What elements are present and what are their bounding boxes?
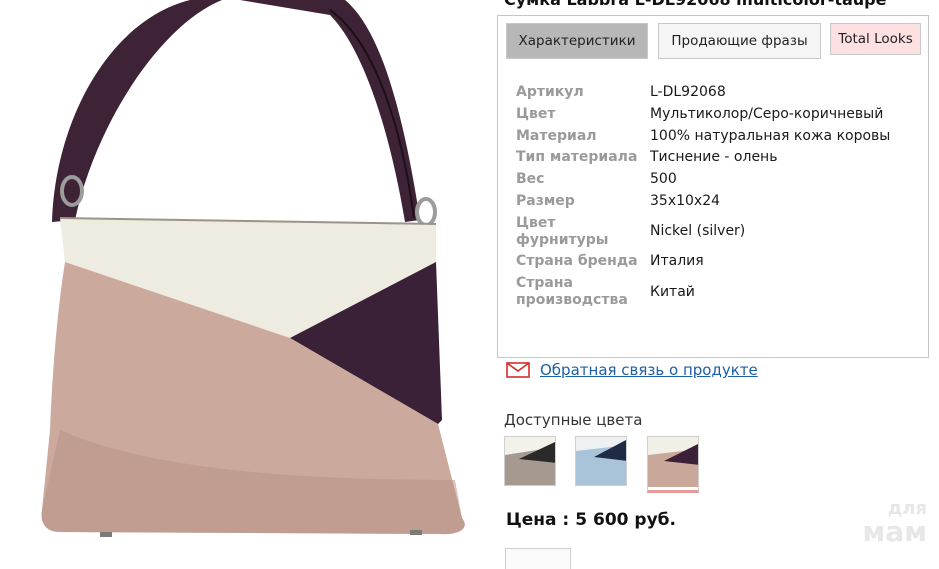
product-image: [41, 0, 465, 537]
spec-label: Размер: [516, 192, 575, 209]
color-swatch-taupe-purple[interactable]: [647, 436, 699, 493]
tab-total-looks[interactable]: Total Looks: [830, 23, 921, 55]
spec-label: Цвет: [516, 106, 556, 123]
feedback-row: Обратная связь о продукте: [506, 361, 758, 379]
spec-label: Артикул: [516, 84, 584, 101]
price-value: 5 600 руб.: [575, 510, 676, 530]
specs-panel: Характеристики Продающие фразы Total Loo…: [497, 15, 929, 358]
spec-label: Материал: [516, 127, 597, 144]
add-to-cart-button[interactable]: [505, 548, 571, 569]
swatch-thumbnail: [576, 437, 626, 485]
spec-value: Тиснение - олень: [650, 149, 778, 166]
spec-value: Китай: [650, 283, 695, 300]
swatch-thumbnail: [648, 437, 698, 487]
product-title: Сумка Labbra L-DL92068 multicolor-taupe: [504, 0, 886, 9]
spec-label: Цвет фурнитуры: [516, 214, 609, 248]
spec-value: Мультиколор/Серо-коричневый: [650, 106, 884, 123]
spec-label: Вес: [516, 171, 545, 188]
watermark-logo: для мам: [862, 500, 927, 546]
spec-value: 35x10x24: [650, 192, 721, 209]
spec-row-hardware-color: Цвет фурнитуры Nickel (silver): [516, 212, 920, 251]
spec-row-size: Размер 35x10x24: [516, 190, 920, 212]
specs-table: Артикул L-DL92068 Цвет Мультиколор/Серо-…: [516, 82, 920, 312]
spec-value: 500: [650, 171, 677, 188]
spec-label: Страна бренда: [516, 253, 638, 270]
spec-value: Nickel (silver): [650, 223, 746, 240]
price-label: Цена :: [506, 510, 570, 530]
spec-row-material-type: Тип материала Тиснение - олень: [516, 147, 920, 169]
price: Цена :5 600 руб.: [506, 510, 676, 530]
spec-row-brand-country: Страна бренда Италия: [516, 251, 920, 273]
spec-value: 100% натуральная кожа коровы: [650, 127, 891, 144]
tab-selling-phrases[interactable]: Продающие фразы: [658, 23, 821, 59]
swatch-thumbnail: [505, 437, 555, 485]
tab-characteristics[interactable]: Характеристики: [506, 23, 648, 59]
mail-icon: [506, 362, 530, 378]
spec-value: Италия: [650, 253, 704, 270]
spec-row-origin-country: Страна производства Китай: [516, 273, 920, 312]
feedback-link[interactable]: Обратная связь о продукте: [540, 361, 758, 379]
spec-row-article: Артикул L-DL92068: [516, 82, 920, 104]
spec-row-material: Материал 100% натуральная кожа коровы: [516, 125, 920, 147]
watermark-line-2: мам: [862, 515, 927, 548]
spec-label: Тип материала: [516, 149, 638, 166]
available-colors-label: Доступные цвета: [504, 411, 643, 429]
color-swatch-light-blue-navy[interactable]: [575, 436, 627, 486]
spec-row-weight: Вес 500: [516, 169, 920, 191]
spec-value: L-DL92068: [650, 84, 726, 101]
spec-label: Страна производства: [516, 275, 628, 309]
color-swatch-taupe-black[interactable]: [504, 436, 556, 486]
spec-row-color: Цвет Мультиколор/Серо-коричневый: [516, 104, 920, 126]
